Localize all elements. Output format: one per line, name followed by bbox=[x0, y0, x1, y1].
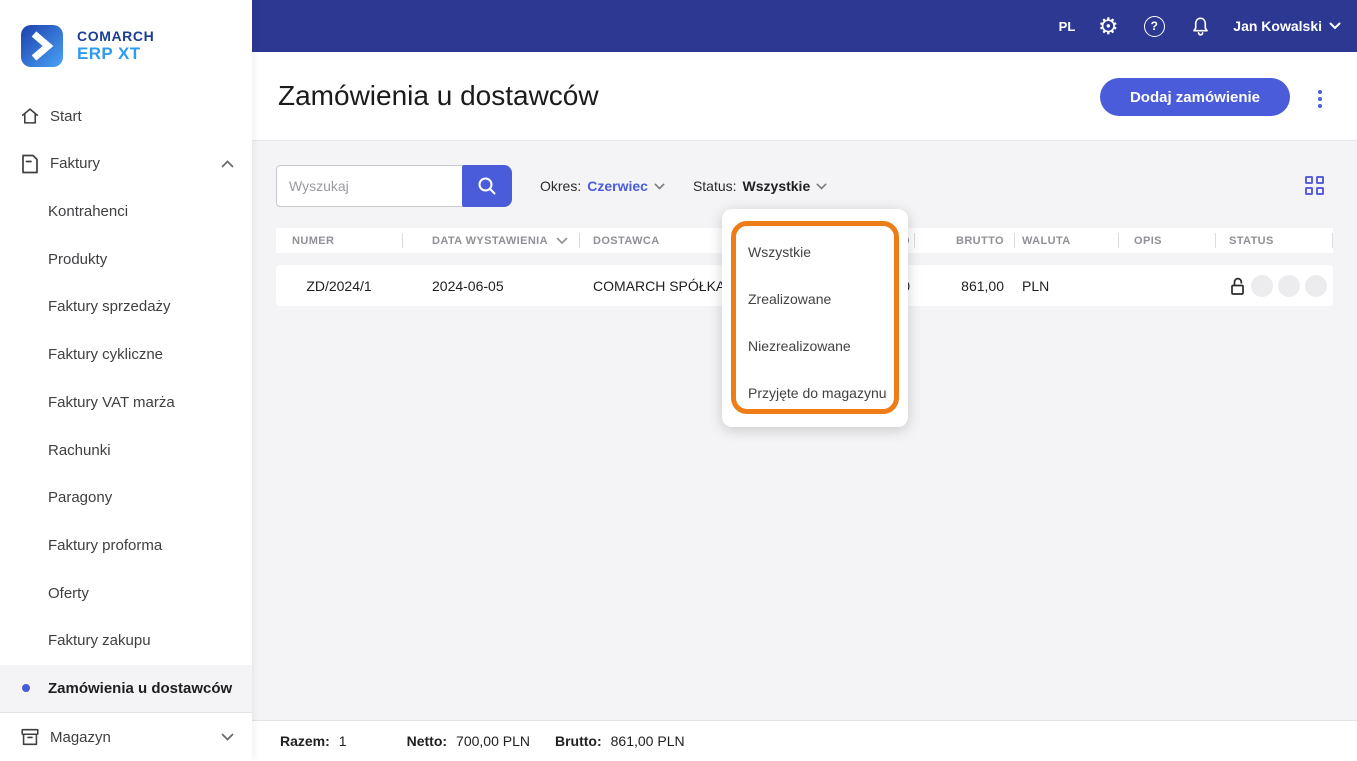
sidebar: COMARCH ERP XT Start Faktury Kontrahenci… bbox=[0, 0, 252, 761]
sidebar-item-faktury-sprzedazy[interactable]: Faktury sprzedaży bbox=[0, 283, 252, 331]
title-bar: Zamówienia u dostawców Dodaj zamówienie bbox=[252, 52, 1357, 141]
sidebar-item-faktury-cykliczne[interactable]: Faktury cykliczne bbox=[0, 331, 252, 379]
kebab-menu-icon[interactable] bbox=[1316, 88, 1324, 110]
topbar: PL ⚙ ? Jan Kowalski bbox=[252, 0, 1357, 52]
sidebar-item-faktury-proforma[interactable]: Faktury proforma bbox=[0, 522, 252, 570]
okres-label: Okres: bbox=[540, 178, 582, 194]
column-header-opis[interactable]: OPIS bbox=[1118, 228, 1215, 253]
column-header-waluta[interactable]: WALUTA bbox=[1014, 228, 1118, 253]
search-input[interactable] bbox=[276, 165, 462, 207]
user-name: Jan Kowalski bbox=[1233, 18, 1322, 34]
summary-brutto: Brutto: 861,00 PLN bbox=[555, 733, 685, 749]
status-label: Status: bbox=[692, 178, 737, 194]
chevron-down-icon bbox=[816, 183, 827, 190]
sidebar-item-start[interactable]: Start bbox=[0, 92, 252, 140]
summary-footer: Razem: 1 Netto: 700,00 PLN Brutto: 861,0… bbox=[252, 720, 1357, 761]
brutto-value: 861,00 PLN bbox=[610, 733, 685, 749]
cell-numer: ZD/2024/1 bbox=[306, 277, 372, 294]
okres-filter[interactable]: Okres: Czerwiec bbox=[540, 178, 665, 194]
summary-netto: Netto: 700,00 PLN bbox=[407, 733, 530, 749]
chevron-up-icon[interactable] bbox=[221, 160, 234, 168]
sidebar-item-magazyn[interactable]: Magazyn bbox=[0, 713, 252, 761]
razem-label: Razem: bbox=[280, 733, 330, 749]
sidebar-item-faktury-zakupu[interactable]: Faktury zakupu bbox=[0, 617, 252, 665]
chevron-down-icon bbox=[654, 183, 665, 190]
status-filter[interactable]: Status: Wszystkie bbox=[693, 178, 827, 194]
cell-waluta: PLN bbox=[1022, 277, 1050, 294]
status-dot bbox=[1251, 274, 1273, 297]
status-option-przyjete-do-magazynu[interactable]: Przyjęte do magazynu bbox=[722, 369, 908, 416]
sidebar-item-produkty[interactable]: Produkty bbox=[0, 235, 252, 283]
notifications-icon[interactable] bbox=[1187, 13, 1213, 39]
brutto-label: Brutto: bbox=[554, 733, 602, 749]
netto-value: 700,00 PLN bbox=[456, 733, 530, 749]
sidebar-item-kontrahenci[interactable]: Kontrahenci bbox=[0, 188, 252, 236]
home-icon bbox=[18, 104, 42, 128]
column-header-data-wystawienia[interactable]: DATA WYSTAWIENIA bbox=[402, 228, 579, 253]
cell-brutto: 861,00 bbox=[961, 277, 1004, 294]
status-option-niezrealizowane[interactable]: Niezrealizowane bbox=[722, 322, 908, 369]
sidebar-item-label: Faktury bbox=[50, 155, 101, 173]
status-dot bbox=[1305, 274, 1327, 297]
filter-bar: Okres: Czerwiec Status: Wszystkie bbox=[276, 165, 1333, 207]
search-group bbox=[276, 165, 512, 207]
sidebar-item-label: Start bbox=[50, 107, 82, 125]
sidebar-item-faktury-vat-marza[interactable]: Faktury VAT marża bbox=[0, 379, 252, 427]
unlocked-icon bbox=[1231, 277, 1244, 295]
settings-icon[interactable]: ⚙ bbox=[1095, 13, 1121, 39]
comarch-logo-icon bbox=[21, 25, 63, 68]
search-icon bbox=[478, 177, 496, 195]
status-option-wszystkie[interactable]: Wszystkie bbox=[722, 228, 908, 275]
sidebar-item-oferty[interactable]: Oferty bbox=[0, 569, 252, 617]
netto-label: Netto: bbox=[406, 733, 448, 749]
sidebar-item-paragony[interactable]: Paragony bbox=[0, 474, 252, 522]
page-title: Zamówienia u dostawców bbox=[278, 80, 599, 111]
chevron-down-icon[interactable] bbox=[221, 733, 234, 741]
sidebar-item-label: Magazyn bbox=[50, 728, 111, 746]
app-window: PL ⚙ ? Jan Kowalski COMARCH ERP XT Start… bbox=[0, 0, 1357, 761]
status-dropdown-menu: Wszystkie Zrealizowane Niezrealizowane P… bbox=[722, 209, 908, 427]
brand-logo[interactable]: COMARCH ERP XT bbox=[0, 0, 252, 92]
sidebar-item-rachunki[interactable]: Rachunki bbox=[0, 426, 252, 474]
cell-status bbox=[1215, 265, 1333, 306]
status-dot bbox=[1278, 274, 1300, 297]
brand-product: ERP XT bbox=[77, 44, 141, 64]
sidebar-item-zamowienia-u-dostawcow[interactable]: Zamówienia u dostawców bbox=[0, 664, 252, 713]
okres-value: Czerwiec bbox=[587, 178, 648, 194]
status-option-zrealizowane[interactable]: Zrealizowane bbox=[722, 275, 908, 322]
status-value: Wszystkie bbox=[742, 178, 811, 194]
user-menu[interactable]: Jan Kowalski bbox=[1233, 18, 1341, 34]
grid-view-icon[interactable] bbox=[1305, 176, 1325, 196]
column-header-brutto[interactable]: BRUTTO bbox=[914, 228, 1014, 253]
column-header-numer[interactable]: NUMER bbox=[276, 228, 402, 253]
brand-name: COMARCH bbox=[77, 28, 155, 45]
add-order-button[interactable]: Dodaj zamówienie bbox=[1099, 78, 1290, 116]
chevron-down-icon bbox=[1329, 22, 1341, 30]
cell-opis bbox=[1118, 265, 1215, 306]
invoice-icon bbox=[18, 152, 42, 176]
help-icon[interactable]: ? bbox=[1141, 13, 1167, 39]
warehouse-icon bbox=[18, 725, 42, 749]
cell-data-wystawienia: 2024-06-05 bbox=[432, 277, 504, 294]
summary-razem: Razem: 1 bbox=[280, 733, 347, 749]
language-selector[interactable]: PL bbox=[1059, 19, 1076, 34]
sidebar-item-faktury[interactable]: Faktury bbox=[0, 140, 252, 188]
sort-chevron-icon bbox=[556, 237, 568, 245]
search-button[interactable] bbox=[462, 165, 512, 207]
razem-value: 1 bbox=[338, 733, 347, 749]
column-header-status[interactable]: STATUS bbox=[1215, 228, 1333, 253]
